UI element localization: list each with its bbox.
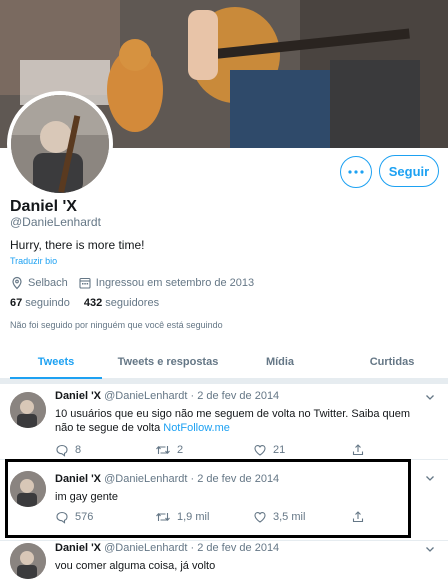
retweet-icon bbox=[156, 445, 170, 455]
following-count: 67 bbox=[10, 297, 23, 309]
profile-handle: @DanieLenhardt bbox=[10, 215, 101, 229]
profile-name: Daniel 'X bbox=[10, 198, 77, 215]
tweet-actions: 8 2 21 bbox=[55, 443, 371, 457]
tweet-separator bbox=[0, 540, 448, 541]
highlight-box bbox=[5, 459, 411, 538]
tweet-text-line: 10 usuários que eu sigo não me seguem de… bbox=[55, 408, 411, 420]
location-text: Selbach bbox=[28, 277, 68, 289]
not-followed-notice: Não foi seguido por ninguém que você est… bbox=[10, 320, 223, 330]
retweet-button[interactable]: 2 bbox=[155, 443, 253, 457]
location-item: Selbach bbox=[10, 276, 68, 290]
tweet-author-handle[interactable]: @DanieLenhardt bbox=[104, 542, 187, 554]
more-options-button[interactable] bbox=[340, 156, 372, 188]
tweet-avatar-image bbox=[10, 543, 46, 579]
avatar-image bbox=[11, 95, 109, 193]
tweet-author-name[interactable]: Daniel 'X bbox=[55, 390, 101, 402]
tweet-avatar-image bbox=[10, 392, 46, 428]
calendar-icon bbox=[78, 276, 92, 290]
followers-count-link[interactable]: 432 seguidores bbox=[84, 297, 159, 309]
share-icon bbox=[352, 444, 364, 456]
follow-counts: 67 seguindo 432 seguidores bbox=[10, 297, 173, 309]
tweet-text-prefix: não te segue de volta bbox=[55, 422, 164, 434]
following-label: seguindo bbox=[25, 297, 70, 309]
tweet-text: 10 usuários que eu sigo não me seguem de… bbox=[55, 407, 430, 435]
like-count: 21 bbox=[273, 444, 286, 456]
tweet-header: Daniel 'X @DanieLenhardt · 2 de fev de 2… bbox=[55, 390, 279, 402]
joined-item: Ingressou em setembro de 2013 bbox=[78, 276, 254, 290]
heart-icon bbox=[254, 445, 266, 456]
more-dots-icon bbox=[348, 170, 364, 174]
tweet-avatar[interactable] bbox=[10, 392, 46, 428]
like-button[interactable]: 21 bbox=[253, 443, 351, 457]
followers-label: seguidores bbox=[105, 297, 160, 309]
chevron-down-icon[interactable] bbox=[425, 473, 435, 483]
profile-meta: Selbach Ingressou em setembro de 2013 bbox=[10, 276, 264, 290]
following-count-link[interactable]: 67 seguindo bbox=[10, 297, 70, 309]
chevron-down-icon[interactable] bbox=[425, 392, 435, 402]
tweet-author-handle[interactable]: @DanieLenhardt bbox=[104, 390, 187, 402]
tweet-text-line: não te segue de volta NotFollow.me bbox=[55, 421, 430, 435]
reply-button[interactable]: 8 bbox=[55, 443, 155, 457]
tweet-date[interactable]: · 2 de fev de 2014 bbox=[191, 390, 280, 402]
profile-avatar[interactable] bbox=[7, 91, 113, 197]
tweet-author-name[interactable]: Daniel 'X bbox=[55, 542, 101, 554]
tweet-text: vou comer alguma coisa, já volto bbox=[55, 560, 216, 572]
location-pin-icon bbox=[10, 276, 24, 290]
follow-button[interactable]: Seguir bbox=[379, 155, 439, 187]
tweet-header: Daniel 'X @DanieLenhardt · 2 de fev de 2… bbox=[55, 542, 279, 554]
chevron-down-icon[interactable] bbox=[425, 544, 435, 554]
profile-tabs: Tweets Tweets e respostas Mídia Curtidas bbox=[0, 347, 448, 379]
retweet-count: 2 bbox=[177, 444, 184, 456]
joined-text: Ingressou em setembro de 2013 bbox=[95, 277, 255, 289]
share-button[interactable] bbox=[351, 443, 371, 457]
tab-likes[interactable]: Curtidas bbox=[336, 347, 448, 378]
tab-tweets-and-replies[interactable]: Tweets e respostas bbox=[112, 347, 224, 378]
followers-count: 432 bbox=[83, 297, 103, 309]
tab-tweets[interactable]: Tweets bbox=[0, 347, 112, 379]
profile-bio: Hurry, there is more time! bbox=[10, 238, 145, 252]
reply-icon bbox=[56, 444, 68, 457]
translate-bio-link[interactable]: Traduzir bio bbox=[10, 256, 57, 266]
tabs-separator bbox=[0, 379, 448, 384]
tweet-date[interactable]: · 2 de fev de 2014 bbox=[191, 542, 280, 554]
tweet-avatar[interactable] bbox=[10, 543, 46, 579]
tab-media[interactable]: Mídia bbox=[224, 347, 336, 378]
tweet-link[interactable]: NotFollow.me bbox=[163, 422, 230, 434]
reply-count: 8 bbox=[75, 444, 82, 456]
